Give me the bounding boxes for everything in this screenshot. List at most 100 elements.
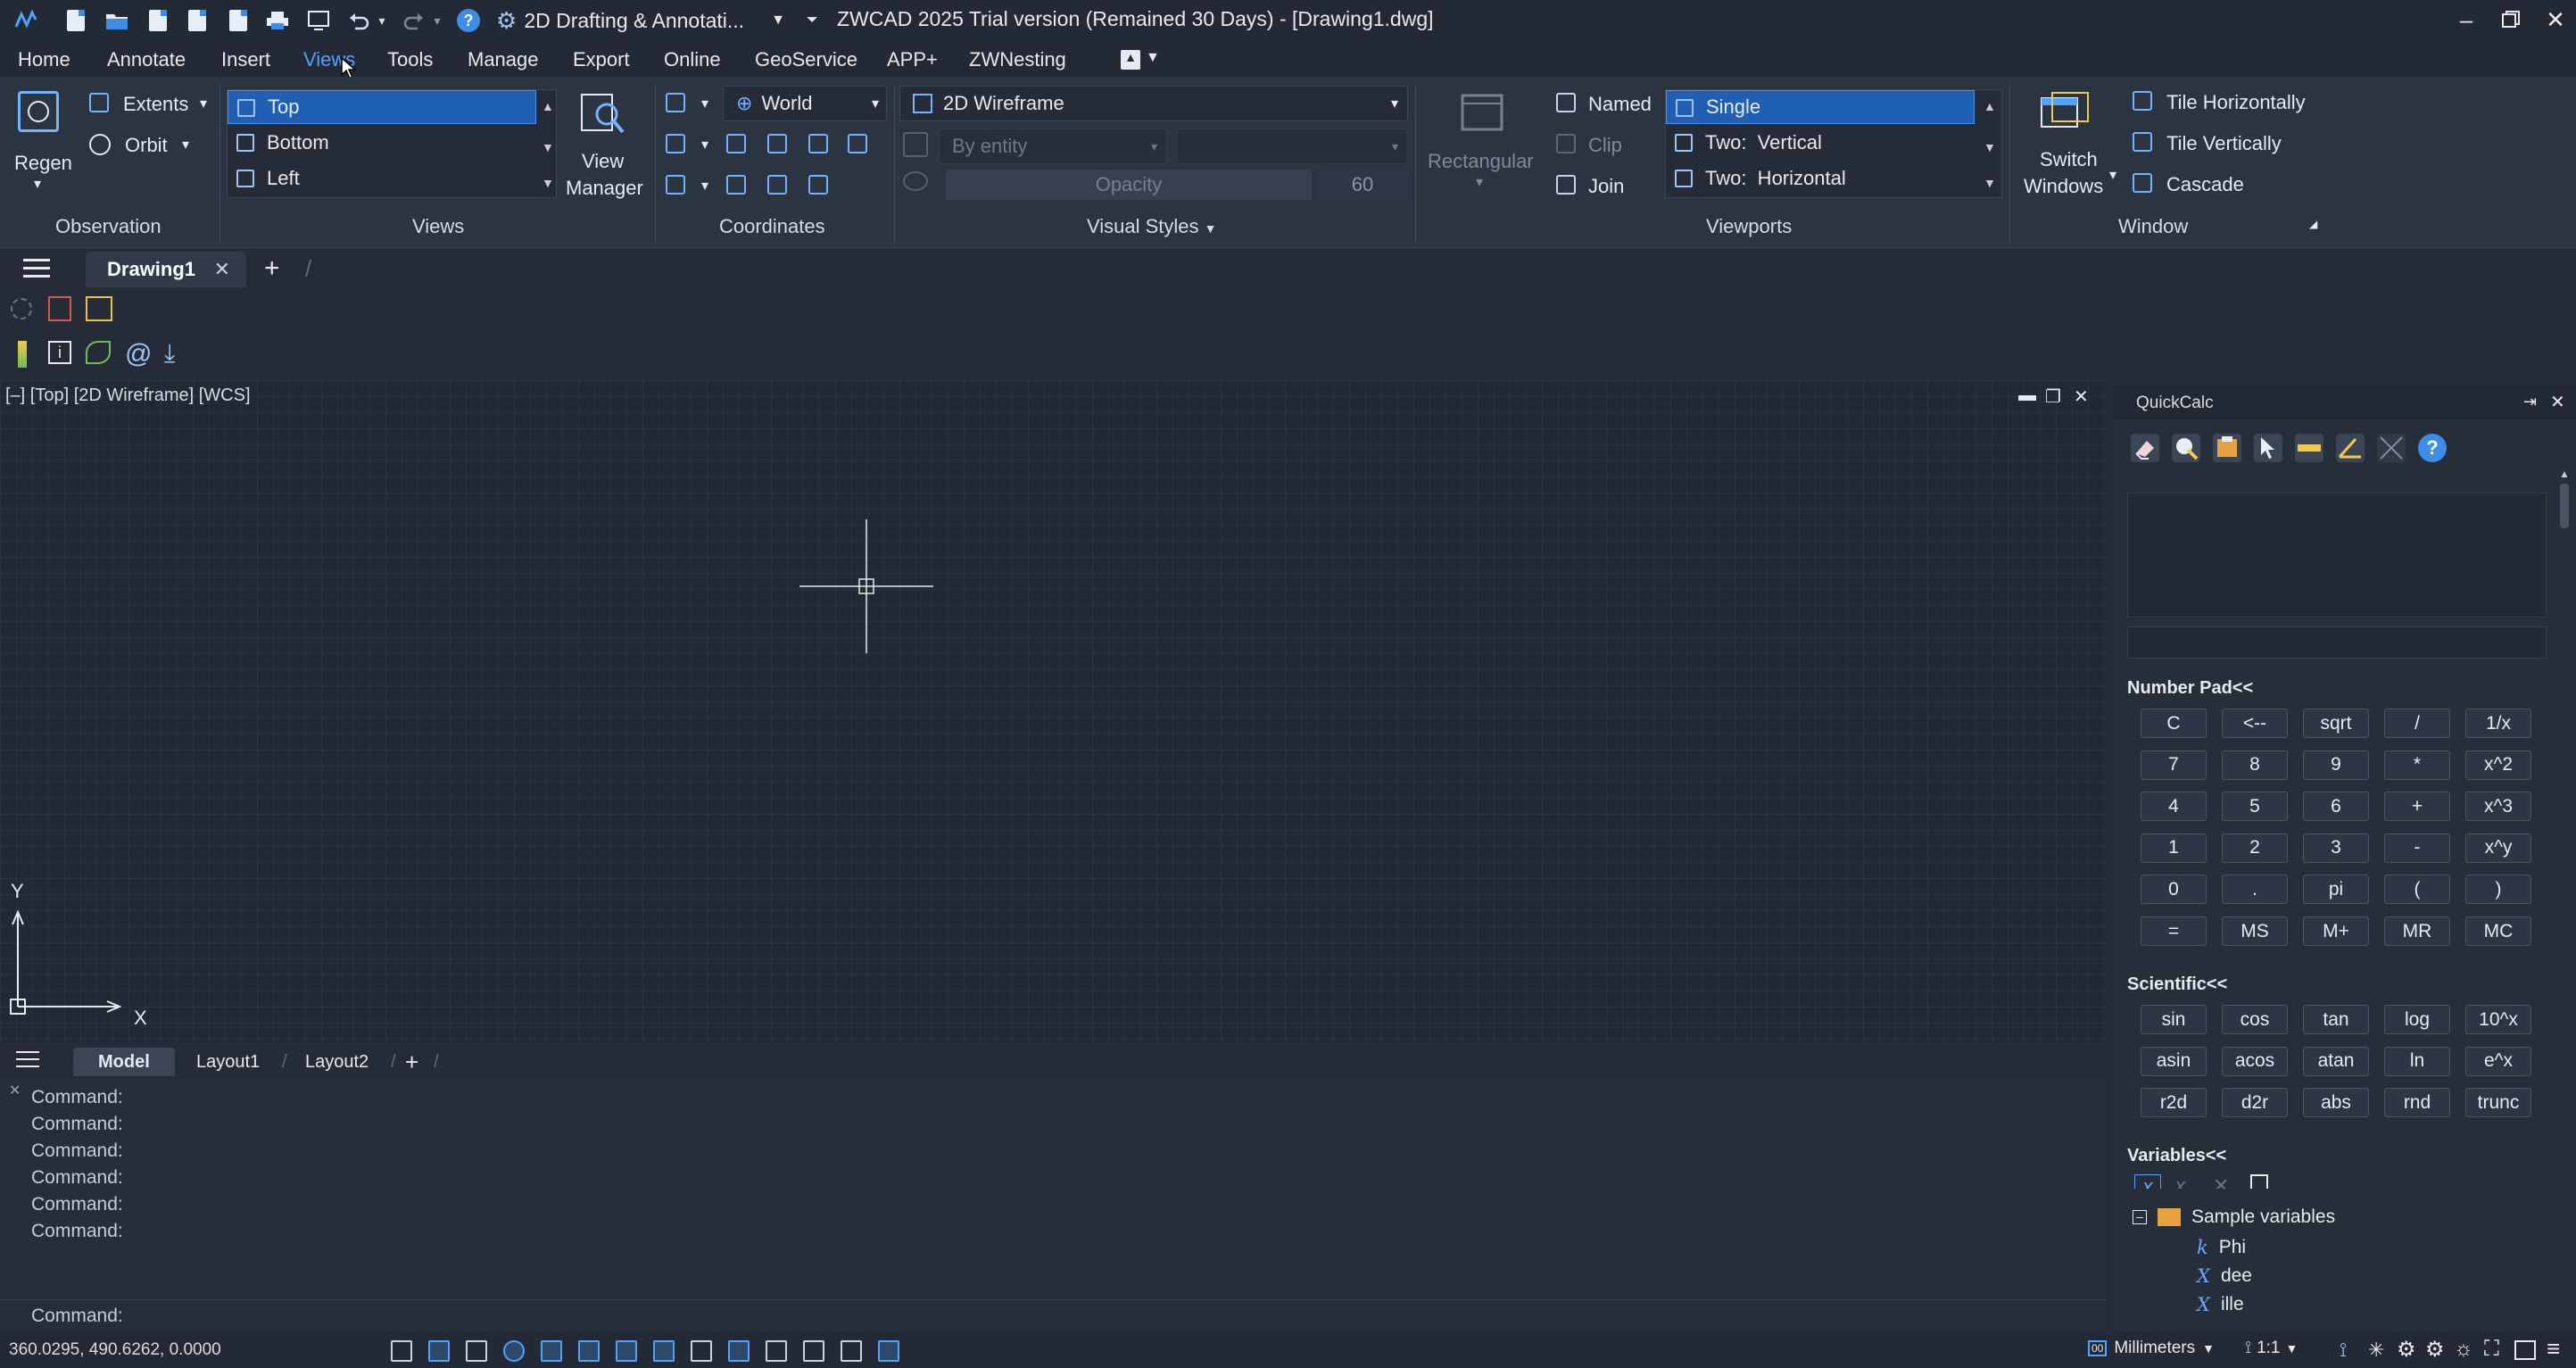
dynamic-ucs-toggle-icon[interactable] [616,1340,637,1362]
calc-key[interactable]: <-- [2222,709,2288,738]
viewport-item-two-vertical[interactable]: Two: Vertical [1666,126,1975,160]
ucs-y-icon[interactable] [767,134,787,153]
ucs-selector[interactable]: ⊕ World ▾ [723,86,887,121]
clip-button[interactable]: Clip [1588,134,1622,157]
regen-button[interactable]: Regen [14,152,72,175]
download-icon[interactable]: ⤓ [164,339,191,367]
calc-key[interactable]: rnd [2384,1088,2450,1118]
ribbon-toggle-icon[interactable]: ▲ [1121,50,1140,70]
ucs-object-icon[interactable] [726,175,746,195]
calc-key[interactable]: 1/x [2465,709,2531,738]
close-button[interactable]: ✕ [2538,2,2573,37]
edge-color-selector[interactable]: By entity ▾ [939,129,1167,164]
expand-list-icon[interactable]: ▼ [1984,176,1996,190]
auto-scale-icon[interactable]: ✳ [2368,1339,2384,1362]
scroll-up-icon[interactable]: ▲ [1984,99,1996,113]
scroll-down-icon[interactable]: ▼ [1984,140,1996,154]
viewport-close-icon[interactable]: ✕ [2074,386,2089,408]
clear-icon[interactable] [2131,434,2159,462]
extents-button[interactable]: Extents [123,93,188,116]
quick-properties-toggle-icon[interactable] [766,1340,787,1362]
undo-dropdown-icon[interactable]: ▾ [373,7,391,34]
annotation-monitor-toggle-icon[interactable] [841,1340,862,1362]
viewport-restore-icon[interactable]: ❐ [2045,386,2061,408]
calc-key[interactable]: 0 [2141,875,2207,905]
viewport-item-two-horizontal[interactable]: Two: Horizontal [1666,162,1975,195]
tab-tools[interactable]: Tools [387,48,433,71]
variable-item[interactable]: k Phi [2197,1237,2246,1258]
help-icon[interactable]: ? [2418,434,2447,462]
paste-to-command-line-icon[interactable] [2213,434,2241,462]
join-button[interactable]: Join [1588,175,1624,198]
clean-screen-icon[interactable]: ⛶ [2484,1337,2499,1362]
calc-key[interactable]: log [2384,1005,2450,1034]
undo-icon[interactable] [346,7,373,34]
annotation-scale-selector[interactable]: ⟟ 1:1 ▼ [2245,1339,2298,1358]
orbit-button[interactable]: Orbit [125,134,168,157]
calc-key[interactable]: 10^x [2465,1005,2531,1034]
expand-list-icon[interactable]: ▼ [542,176,554,190]
command-input[interactable]: Command: [0,1299,2106,1331]
calc-key[interactable]: e^x [2465,1046,2531,1076]
ortho-toggle-icon[interactable] [466,1340,487,1362]
tile-vertically-button[interactable]: Tile Vertically [2166,132,2282,155]
calc-key[interactable]: abs [2303,1088,2369,1118]
ucs-3point-icon[interactable] [666,175,685,195]
tile-horizontally-button[interactable]: Tile Horizontally [2166,91,2306,114]
lock-ui-icon[interactable]: ⚙ [2425,1337,2445,1363]
tab-annotate[interactable]: Annotate [107,48,186,71]
scientific-toggle[interactable]: Scientific<< [2127,974,2227,995]
calc-key[interactable]: r2d [2141,1088,2207,1118]
tab-app-plus[interactable]: APP+ [887,48,938,71]
calc-key[interactable]: 9 [2303,750,2369,780]
polar-toggle-icon[interactable] [503,1340,525,1362]
redo-dropdown-icon[interactable]: ▾ [428,7,446,34]
customize-quick-access-icon[interactable]: ⏷ [807,12,818,29]
calc-key[interactable]: MS [2222,916,2288,946]
annotation-visibility-icon[interactable]: ⟟ [2340,1339,2347,1362]
calc-key[interactable]: ln [2384,1046,2450,1076]
tab-insert[interactable]: Insert [221,48,270,71]
opacity-value-field[interactable]: 60 [1317,170,1408,200]
command-close-icon[interactable]: ✕ [9,1082,21,1099]
lineweight-toggle-icon[interactable] [691,1340,712,1362]
calc-key[interactable]: d2r [2222,1088,2288,1118]
grid-toggle-icon[interactable] [391,1340,412,1362]
visual-styles-panel-label[interactable]: Visual Styles ▼ [1087,215,1217,238]
calc-key[interactable]: atan [2303,1046,2369,1076]
ucs-z-icon[interactable] [808,134,828,153]
view-manager-button[interactable]: View [582,150,624,173]
calc-key[interactable]: / [2384,709,2450,738]
calc-key[interactable]: sqrt [2303,709,2369,738]
add-layout-icon[interactable]: + [405,1048,418,1076]
info-icon[interactable]: i [48,341,71,364]
dynamic-input-toggle-icon[interactable] [653,1340,675,1362]
variable-folder[interactable]: – Sample variables [2133,1206,2335,1228]
calc-key[interactable]: 1 [2141,833,2207,863]
command-history[interactable]: ✕ Command: Command: Command: Command: Co… [0,1078,2106,1299]
calc-key[interactable]: M+ [2303,916,2369,946]
view-item-top[interactable]: Top [228,90,536,124]
tab-zwnesting[interactable]: ZWNesting [969,48,1066,71]
tab-export[interactable]: Export [573,48,630,71]
calc-key[interactable]: = [2141,916,2207,946]
help-icon[interactable]: ? [455,7,482,34]
calc-key[interactable]: pi [2303,875,2369,905]
calc-key[interactable]: . [2222,875,2288,905]
collapse-icon[interactable]: – [2133,1210,2147,1224]
calc-key[interactable]: acos [2222,1046,2288,1076]
at-icon[interactable]: @ [125,339,152,369]
block-icon[interactable] [86,341,111,364]
cascade-button[interactable]: Cascade [2166,173,2244,196]
calc-key[interactable]: * [2384,750,2450,780]
pin-panel-icon[interactable]: ⇥ [2523,393,2537,411]
calc-key[interactable]: sin [2141,1005,2207,1034]
get-coordinates-icon[interactable] [2254,434,2282,462]
properties-icon[interactable] [86,296,112,321]
layout-tab-layout2[interactable]: Layout2 [305,1048,369,1076]
transparency-toggle-icon[interactable] [728,1340,750,1362]
ribbon-options-icon[interactable]: ▼ [1146,50,1160,66]
calc-key[interactable]: 6 [2303,792,2369,822]
calc-key[interactable]: 3 [2303,833,2369,863]
linetype-selector[interactable]: ▾ [1176,129,1408,164]
